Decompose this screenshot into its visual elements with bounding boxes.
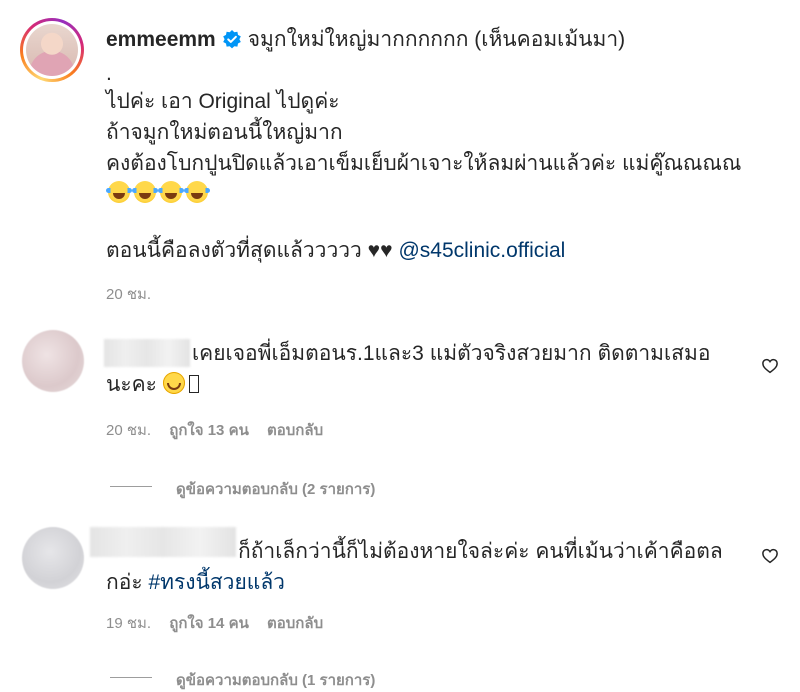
caption-line-2: ถ้าจมูกใหม่ตอนนี้ใหญ่มาก xyxy=(106,121,343,144)
verified-badge-icon xyxy=(222,30,241,49)
comment-likes-count[interactable]: ถูกใจ 13 คน xyxy=(169,422,249,439)
comment-timestamp[interactable]: 19 ชม. xyxy=(106,615,151,632)
comment-text-start: กอ่ะ xyxy=(106,571,149,594)
missing-glyph-icon xyxy=(188,375,199,393)
profile-photo xyxy=(26,24,78,76)
caption-line-1: ไปค่ะ เอา Original ไปดูค่ะ xyxy=(106,90,340,113)
comment-meta-row: 19 ชม. ถูกใจ 14 คน ตอบกลับ xyxy=(106,611,323,635)
view-replies-button[interactable]: ดูข้อความตอบกลับ (1 รายการ) xyxy=(176,668,375,692)
face-with-tears-of-joy-icon xyxy=(184,181,210,203)
caption-avatar[interactable] xyxy=(20,18,84,82)
comment-text-line-2: นะคะ xyxy=(106,369,199,401)
comment-username-blurred[interactable] xyxy=(90,527,236,557)
view-replies-button[interactable]: ดูข้อความตอบกลับ (2 รายการ) xyxy=(176,477,375,501)
face-with-tears-of-joy-icon xyxy=(106,181,132,203)
caption-line-5-text: ตอนนี้คือลงตัวที่สุดแล้ววววว ♥♥ xyxy=(106,239,393,262)
face-with-tears-of-joy-icon xyxy=(158,181,184,203)
comment-timestamp[interactable]: 20 ชม. xyxy=(106,422,151,439)
comment-text-line-1: ก็ถ้าเล็กว่านี้ก็ไม่ต้องหายใจล่ะค่ะ คนที… xyxy=(238,540,723,563)
reply-thread-line xyxy=(110,677,152,678)
comment-likes-count[interactable]: ถูกใจ 14 คน xyxy=(169,615,249,632)
mention-link[interactable]: @s45clinic.official xyxy=(398,239,565,262)
caption-line-5: ตอนนี้คือลงตัวที่สุดแล้ววววว ♥♥ @s45clin… xyxy=(106,235,565,267)
caption-header: emmeemm จมูกใหม่ใหญ่มากกกกกก (เห็นคอมเม้… xyxy=(106,24,625,56)
comment-avatar[interactable] xyxy=(22,527,84,589)
comment-text-line-1: เคยเจอพี่เอ็มตอนร.1และ3 แม่ตัวจริงสวยมาก… xyxy=(192,342,711,365)
hashtag-link[interactable]: #ทรงนี้สวยแล้ว xyxy=(148,571,285,594)
comment-meta-row: 20 ชม. ถูกใจ 13 คน ตอบกลับ xyxy=(106,418,323,442)
caption-line-3: คงต้องโบกปูนปิดแล้วเอาเข็มเย็บผ้าเจาะให้… xyxy=(106,152,742,175)
comment-username-blurred[interactable] xyxy=(104,339,190,367)
reply-thread-line xyxy=(110,486,152,487)
smiling-face-icon xyxy=(162,372,185,394)
face-with-tears-of-joy-icon xyxy=(132,181,158,203)
reply-button[interactable]: ตอบกลับ xyxy=(267,615,323,632)
caption-timestamp[interactable]: 20 ชม. xyxy=(106,282,151,306)
comment-avatar[interactable] xyxy=(22,330,84,392)
comment-text-line-2: กอ่ะ #ทรงนี้สวยแล้ว xyxy=(106,567,285,599)
comment-text-end: นะคะ xyxy=(106,373,157,396)
caption-title: จมูกใหม่ใหญ่มากกกกกก (เห็นคอมเม้นมา) xyxy=(247,28,626,51)
like-heart-icon[interactable] xyxy=(761,357,779,375)
caption-username[interactable]: emmeemm xyxy=(106,28,216,51)
caption-emoji-row xyxy=(106,181,212,205)
like-heart-icon[interactable] xyxy=(761,547,779,565)
reply-button[interactable]: ตอบกลับ xyxy=(267,422,323,439)
